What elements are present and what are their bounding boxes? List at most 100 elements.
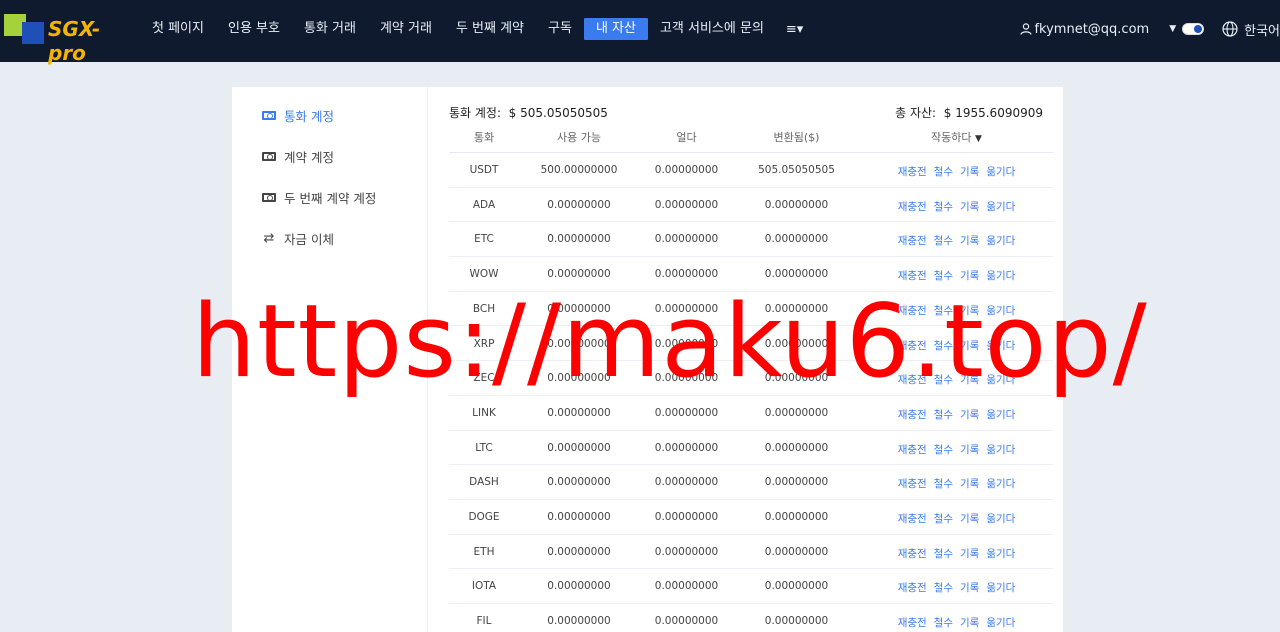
withdraw-link[interactable]: 철수 [934,372,953,387]
nav-item-subscription[interactable]: 구독 [536,18,584,40]
row-actions: 재충전 철수 기록 옮기다 [879,233,1034,248]
transfer-link[interactable]: 옮기다 [986,372,1015,387]
record-link[interactable]: 기록 [960,442,979,457]
chevron-down-icon[interactable]: ▼ [1169,24,1176,34]
header-operation[interactable]: 작동하다 ▼ [879,129,1034,145]
row-actions: 재충전 철수 기록 옮기다 [879,442,1034,457]
transfer-link[interactable]: 옮기다 [986,407,1015,422]
record-link[interactable]: 기록 [960,580,979,595]
globe-icon [1222,21,1238,37]
deposit-link[interactable]: 재충전 [898,372,927,387]
deposit-link[interactable]: 재충전 [898,199,927,214]
transfer-link[interactable]: 옮기다 [986,164,1015,179]
nav-item-spot-trading[interactable]: 통화 거래 [292,18,368,40]
converted-cell: 0.00000000 [764,372,829,385]
transfer-link[interactable]: 옮기다 [986,233,1015,248]
transfer-link[interactable]: 옮기다 [986,476,1015,491]
deposit-link[interactable]: 재충전 [898,615,927,630]
record-link[interactable]: 기록 [960,615,979,630]
withdraw-link[interactable]: 철수 [934,338,953,353]
withdraw-link[interactable]: 철수 [934,407,953,422]
deposit-link[interactable]: 재충전 [898,233,927,248]
transfer-link[interactable]: 옮기다 [986,338,1015,353]
converted-cell: 0.00000000 [764,268,829,281]
record-link[interactable]: 기록 [960,476,979,491]
transfer-link[interactable]: 옮기다 [986,615,1015,630]
deposit-link[interactable]: 재충전 [898,546,927,561]
transfer-link[interactable]: 옮기다 [986,546,1015,561]
withdraw-link[interactable]: 철수 [934,303,953,318]
withdraw-link[interactable]: 철수 [934,546,953,561]
deposit-link[interactable]: 재충전 [898,303,927,318]
frozen-cell: 0.00000000 [654,580,719,593]
record-link[interactable]: 기록 [960,338,979,353]
sidebar-item-label: 자금 이체 [284,231,334,247]
deposit-link[interactable]: 재충전 [898,338,927,353]
record-link[interactable]: 기록 [960,546,979,561]
table-row: BCH 0.00000000 0.00000000 0.00000000 재충전 철수 기록… [449,292,1053,327]
record-link[interactable]: 기록 [960,407,979,422]
logo[interactable]: SGX-pro [4,14,134,65]
sidebar-item-spot-account[interactable]: 통화 계정 [262,105,334,125]
user-menu[interactable]: fkymnet@qq.com [1020,22,1149,37]
transfer-link[interactable]: 옮기다 [986,303,1015,318]
frozen-cell: 0.00000000 [654,511,719,523]
deposit-link[interactable]: 재충전 [898,268,927,283]
deposit-link[interactable]: 재충전 [898,580,927,595]
header-currency: 통화 [473,131,495,144]
nav-item-contract-trading[interactable]: 계약 거래 [368,18,444,40]
transfer-link[interactable]: 옮기다 [986,511,1015,526]
deposit-link[interactable]: 재충전 [898,442,927,457]
withdraw-link[interactable]: 철수 [934,164,953,179]
row-actions: 재충전 철수 기록 옮기다 [879,164,1034,179]
withdraw-link[interactable]: 철수 [934,199,953,214]
sidebar-item-second-contract-account[interactable]: 두 번째 계약 계정 [262,187,376,207]
deposit-link[interactable]: 재충전 [898,476,927,491]
header-converted: 변환됨($) [773,131,820,144]
transfer-link[interactable]: 옮기다 [986,268,1015,283]
header-right-area: fkymnet@qq.com ▼ 한국어 [1020,18,1280,40]
transfer-link[interactable]: 옮기다 [986,199,1015,214]
nav-item-my-assets[interactable]: 내 자산 [583,18,648,40]
table-row: FIL 0.00000000 0.00000000 0.00000000 재충전 철수 기록… [449,604,1053,632]
available-cell: 0.00000000 [547,511,611,523]
withdraw-link[interactable]: 철수 [934,511,953,526]
deposit-link[interactable]: 재충전 [898,407,927,422]
transfer-link[interactable]: 옮기다 [986,580,1015,595]
converted-cell: 505.05050505 [758,164,835,176]
record-link[interactable]: 기록 [960,199,979,214]
deposit-link[interactable]: 재충전 [898,511,927,526]
more-menu-icon[interactable]: ≡▾ [776,22,813,37]
record-link[interactable]: 기록 [960,511,979,526]
withdraw-link[interactable]: 철수 [934,580,953,595]
transfer-link[interactable]: 옮기다 [986,442,1015,457]
available-cell: 0.00000000 [547,615,611,628]
money-icon [262,192,276,202]
currency-cell: LINK [472,406,496,419]
nav-item-second-contract[interactable]: 두 번째 계약 [444,18,536,40]
currency-cell: DASH [469,476,499,489]
record-link[interactable]: 기록 [960,268,979,283]
assets-panel: 통화 계정 계약 계정 두 번째 계약 계정 ⇄ 자금 이체 통화 계정: $ … [232,87,1063,632]
asset-sidebar: 통화 계정 계약 계정 두 번째 계약 계정 ⇄ 자금 이체 [232,87,428,632]
withdraw-link[interactable]: 철수 [934,442,953,457]
theme-toggle[interactable] [1182,23,1205,35]
record-link[interactable]: 기록 [960,372,979,387]
withdraw-link[interactable]: 철수 [934,268,953,283]
record-link[interactable]: 기록 [960,164,979,179]
nav-item-home[interactable]: 첫 페이지 [140,18,216,40]
nav-item-customer-service[interactable]: 고객 서비스에 문의 [648,18,776,40]
available-cell: 0.00000000 [547,233,611,246]
record-link[interactable]: 기록 [960,303,979,318]
account-summary: 통화 계정: $ 505.05050505 총 자산: $ 1955.60909… [449,104,1053,120]
sidebar-item-contract-account[interactable]: 계약 계정 [262,146,334,166]
record-link[interactable]: 기록 [960,233,979,248]
deposit-link[interactable]: 재충전 [898,164,927,179]
withdraw-link[interactable]: 철수 [934,615,953,630]
sidebar-item-fund-transfer[interactable]: ⇄ 자금 이체 [262,228,334,248]
frozen-cell: 0.00000000 [654,302,719,315]
language-selector[interactable]: 한국어 [1222,20,1280,39]
nav-item-quotes[interactable]: 인용 부호 [216,18,292,40]
withdraw-link[interactable]: 철수 [934,476,953,491]
withdraw-link[interactable]: 철수 [934,233,953,248]
